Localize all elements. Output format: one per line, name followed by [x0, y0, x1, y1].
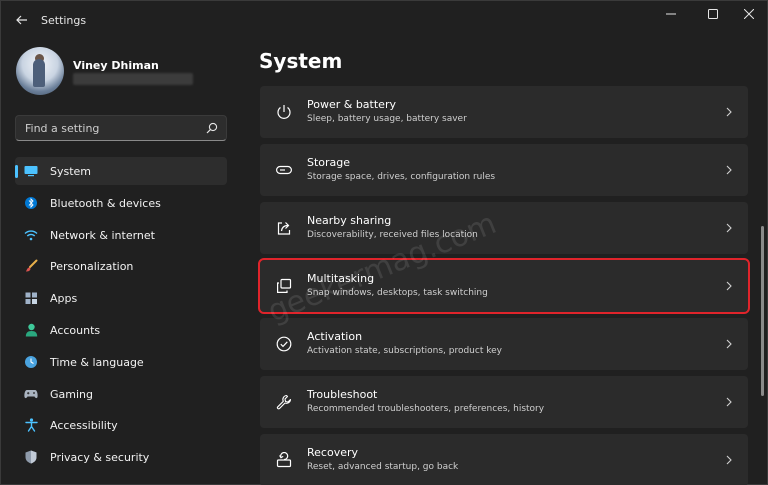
person-icon: [24, 323, 38, 337]
card-subtitle: Discoverability, received files location: [307, 230, 478, 240]
check-circle-icon: [274, 334, 294, 354]
sidebar-item-label: Accessibility: [50, 419, 118, 433]
sidebar-item-system[interactable]: System: [15, 157, 227, 185]
sidebar-item-bluetooth[interactable]: Bluetooth & devices: [15, 189, 227, 217]
chevron-right-icon: [724, 395, 734, 409]
settings-card-multitasking[interactable]: Multitasking Snap windows, desktops, tas…: [258, 258, 750, 314]
user-profile[interactable]: Viney Dhiman: [16, 47, 236, 95]
power-icon: [274, 102, 294, 122]
card-subtitle: Activation state, subscriptions, product…: [307, 346, 502, 356]
gamepad-icon: [24, 387, 38, 401]
close-icon: [744, 9, 754, 19]
sidebar-item-privacy-security[interactable]: Privacy & security: [15, 443, 227, 471]
card-subtitle: Recommended troubleshooters, preferences…: [307, 404, 545, 414]
maximize-icon: [708, 9, 718, 19]
sidebar-item-label: Privacy & security: [50, 451, 150, 465]
user-email-redacted: [73, 73, 193, 85]
accessibility-icon: [24, 418, 38, 433]
sidebar-item-apps[interactable]: Apps: [15, 284, 227, 312]
card-title: Multitasking: [307, 272, 375, 285]
wifi-icon: [24, 228, 38, 242]
card-title: Nearby sharing: [307, 214, 392, 227]
sidebar-item-personalization[interactable]: Personalization: [15, 252, 227, 280]
shield-icon: [24, 450, 38, 464]
title-bar: Settings: [1, 1, 767, 39]
chevron-right-icon: [724, 337, 734, 351]
chevron-right-icon: [724, 279, 734, 293]
share-icon: [274, 218, 294, 238]
sidebar-item-label: Apps: [50, 292, 78, 306]
back-button[interactable]: [13, 11, 31, 29]
active-indicator: [15, 165, 18, 178]
chevron-right-icon: [724, 163, 734, 177]
app-title: Settings: [41, 14, 87, 27]
chevron-right-icon: [724, 453, 734, 467]
sidebar-item-time-language[interactable]: Time & language: [15, 348, 227, 376]
settings-card-troubleshoot[interactable]: Troubleshoot Recommended troubleshooters…: [260, 376, 748, 428]
card-title: Recovery: [307, 446, 359, 459]
globe-clock-icon: [24, 355, 38, 369]
search-input[interactable]: [16, 116, 196, 140]
sidebar-item-label: Bluetooth & devices: [50, 196, 161, 210]
storage-icon: [274, 160, 294, 180]
sidebar-item-gaming[interactable]: Gaming: [15, 380, 227, 408]
page-title: System: [259, 49, 343, 73]
sidebar-item-label: Personalization: [50, 260, 134, 274]
minimize-button[interactable]: [653, 5, 689, 23]
bluetooth-icon: [24, 196, 38, 210]
apps-grid-icon: [24, 291, 38, 305]
scrollbar[interactable]: [761, 226, 764, 396]
sidebar-item-accessibility[interactable]: Accessibility: [15, 411, 227, 439]
search-box[interactable]: [15, 115, 227, 141]
brush-icon: [24, 259, 38, 273]
sidebar-item-label: Gaming: [50, 387, 93, 401]
multitasking-icon: [274, 276, 294, 296]
close-button[interactable]: [731, 5, 767, 23]
monitor-icon: [24, 164, 38, 178]
card-subtitle: Snap windows, desktops, task switching: [307, 288, 488, 298]
sidebar-item-accounts[interactable]: Accounts: [15, 316, 227, 344]
sidebar-item-label: System: [50, 165, 92, 178]
sidebar-item-label: Network & internet: [50, 228, 155, 242]
card-title: Power & battery: [307, 98, 396, 111]
arrow-left-icon: [16, 15, 27, 25]
sidebar-item-label: Accounts: [50, 323, 101, 337]
user-name: Viney Dhiman: [73, 59, 159, 72]
chevron-right-icon: [724, 221, 734, 235]
settings-card-nearby-sharing[interactable]: Nearby sharing Discoverability, received…: [260, 202, 748, 254]
settings-window: Settings Viney Dhiman Find a setting Sys…: [0, 0, 768, 485]
sidebar-item-network[interactable]: Network & internet: [15, 221, 227, 249]
card-title: Troubleshoot: [307, 388, 378, 401]
chevron-right-icon: [724, 105, 734, 119]
settings-card-power-battery[interactable]: Power & battery Sleep, battery usage, ba…: [260, 86, 748, 138]
settings-card-storage[interactable]: Storage Storage space, drives, configura…: [260, 144, 748, 196]
maximize-button[interactable]: [695, 5, 731, 23]
minimize-icon: [666, 13, 676, 15]
card-title: Activation: [307, 330, 363, 343]
card-title: Storage: [307, 156, 351, 169]
settings-list: Power & battery Sleep, battery usage, ba…: [258, 86, 750, 485]
card-subtitle: Reset, advanced startup, go back: [307, 462, 459, 472]
avatar: [16, 47, 64, 95]
card-subtitle: Sleep, battery usage, battery saver: [307, 114, 467, 124]
search-icon[interactable]: [206, 122, 218, 134]
card-subtitle: Storage space, drives, configuration rul…: [307, 172, 496, 182]
sidebar-item-label: Time & language: [50, 355, 144, 369]
wrench-icon: [274, 392, 294, 412]
recovery-icon: [274, 450, 294, 470]
sidebar-nav: System Bluetooth & devices Network & int…: [15, 157, 227, 475]
settings-card-activation[interactable]: Activation Activation state, subscriptio…: [260, 318, 748, 370]
settings-card-recovery[interactable]: Recovery Reset, advanced startup, go bac…: [260, 434, 748, 485]
